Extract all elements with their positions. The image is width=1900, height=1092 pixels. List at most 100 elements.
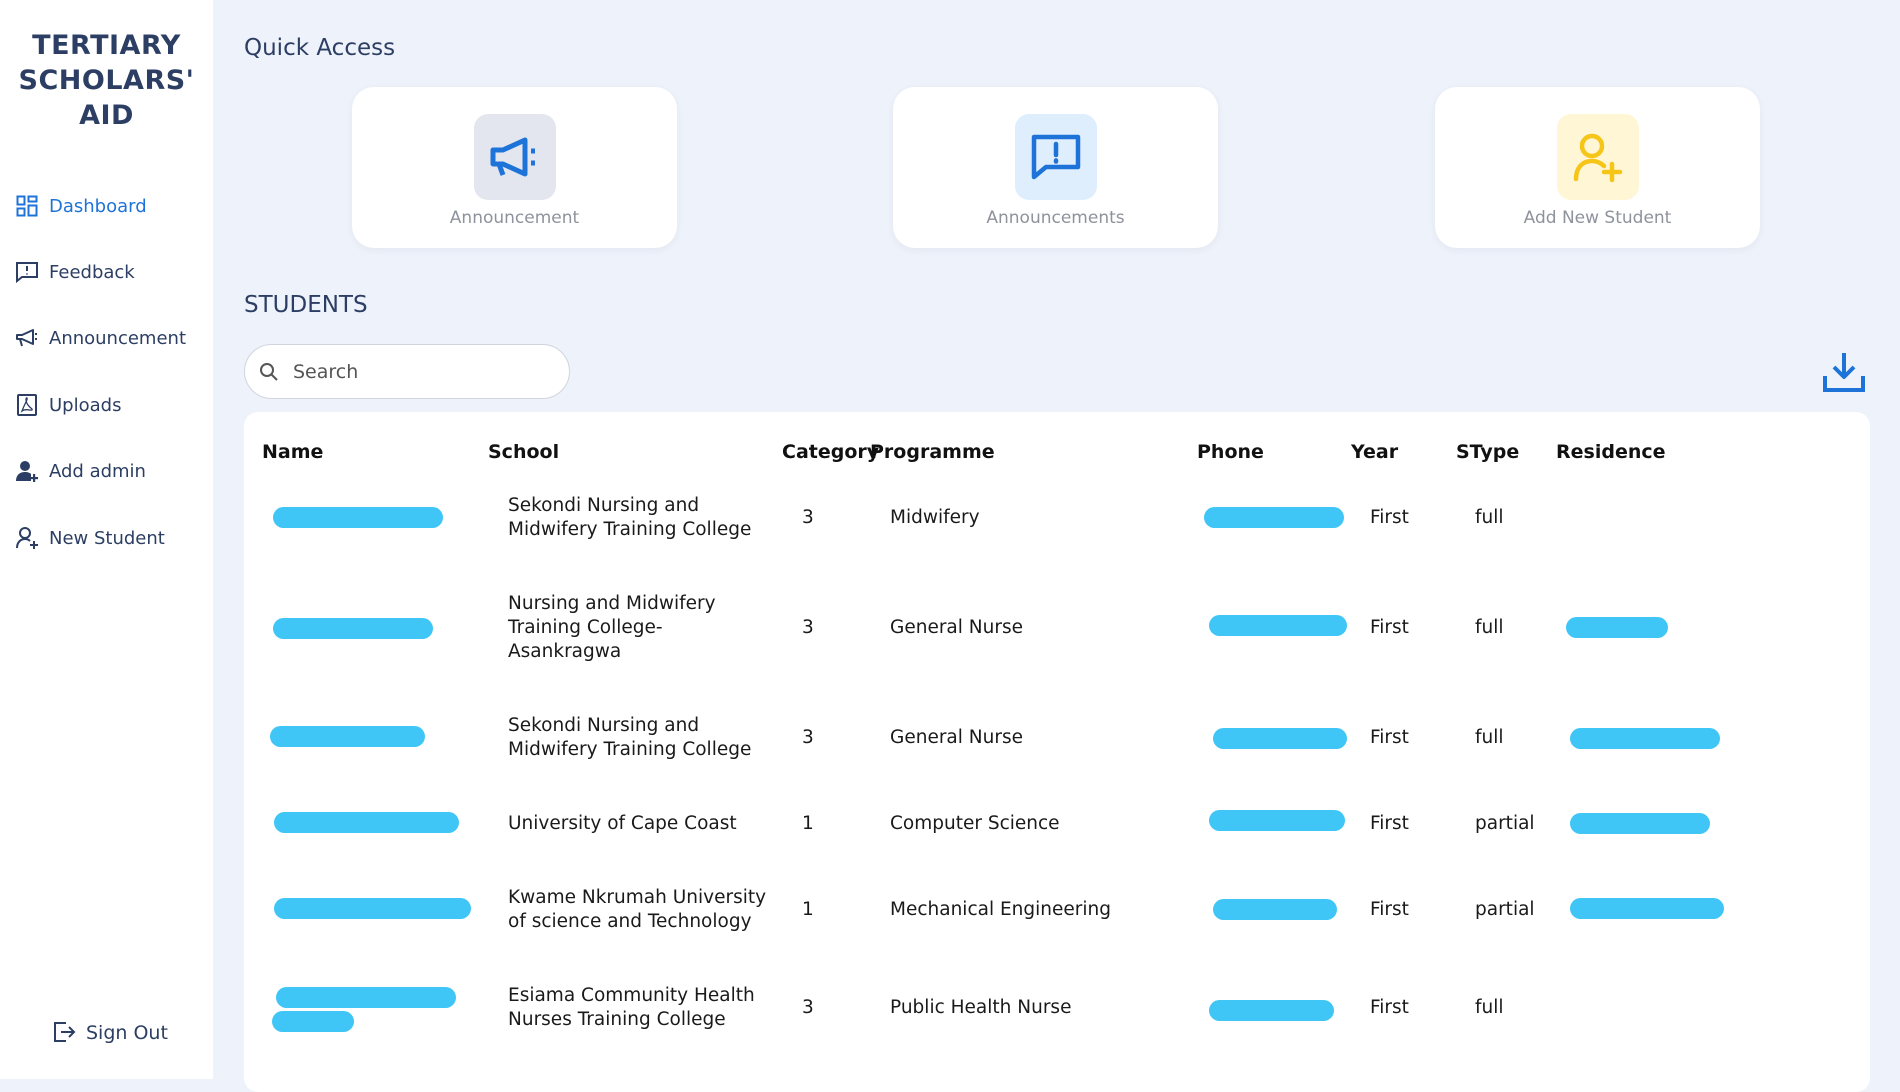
stype-cell: partial [1475,899,1535,920]
column-header-school[interactable]: School [488,441,559,463]
column-header-category[interactable]: Category [782,441,879,463]
sidebar-item-label: Announcement [49,327,187,349]
school-line: Sekondi Nursing and [508,495,700,516]
redacted-phone [1209,615,1347,636]
redacted-name [272,1011,354,1032]
message-alert-icon [1015,114,1097,200]
quick-access-announcements-card[interactable]: Announcements [893,87,1218,248]
category-cell: 3 [802,997,814,1018]
stype-cell: full [1475,507,1504,528]
category-cell: 3 [802,507,814,528]
redacted-name [276,987,456,1008]
year-cell: First [1370,727,1409,748]
redacted-name [270,726,425,747]
school-line: Midwifery Training College [508,519,752,540]
year-cell: First [1370,617,1409,638]
quick-access-card-label: Announcements [986,208,1125,228]
sign-out-icon [52,1020,78,1046]
add-user-icon [1557,114,1639,200]
students-table [244,412,1870,1092]
school-cell: Sekondi Nursing and Midwifery Training C… [508,714,751,762]
redacted-phone [1213,899,1337,920]
school-line: Nurses Training College [508,1009,726,1030]
sidebar-item-label: Add admin [49,460,146,482]
sidebar-item-label: Feedback [49,261,135,283]
sign-out-label: Sign Out [86,1022,168,1044]
stype-cell: full [1475,727,1504,748]
redacted-phone [1204,507,1344,528]
redacted-name [273,507,443,528]
sidebar-item-label: Dashboard [49,195,147,217]
category-cell: 1 [802,899,814,920]
category-cell: 3 [802,727,814,748]
search-input[interactable] [291,359,545,384]
year-cell: First [1370,507,1409,528]
programme-cell: General Nurse [890,727,1023,748]
dashboard-grid-icon [14,193,40,219]
column-header-stype[interactable]: SType [1456,441,1519,463]
stype-cell: full [1475,617,1504,638]
redacted-residence [1566,617,1668,638]
sign-out-button[interactable]: Sign Out [52,1018,168,1048]
download-icon[interactable] [1822,350,1866,394]
add-user-icon [14,525,40,551]
quick-access-card-label: Add New Student [1523,208,1672,228]
brand-line-3: AID [79,100,134,131]
add-admin-icon [14,458,40,484]
column-header-programme[interactable]: Programme [870,441,995,463]
school-line: University of Cape Coast [508,813,737,834]
column-header-residence[interactable]: Residence [1556,441,1666,463]
sidebar-item-new-student[interactable]: New Student [14,523,165,553]
sidebar-item-label: New Student [49,527,165,549]
column-header-name[interactable]: Name [262,441,323,463]
redacted-residence [1570,728,1720,749]
redacted-residence [1570,898,1724,919]
redacted-phone [1209,810,1345,831]
school-line: Nursing and Midwifery [508,593,716,614]
school-line: Esiama Community Health [508,985,755,1006]
redacted-name [274,898,471,919]
school-line: Training College- [508,617,663,638]
column-header-phone[interactable]: Phone [1197,441,1264,463]
stype-cell: full [1475,997,1504,1018]
megaphone-icon [14,325,40,351]
redacted-phone [1209,1000,1334,1021]
sidebar-item-feedback[interactable]: Feedback [14,257,135,287]
school-cell: Esiama Community Health Nurses Training … [508,984,755,1032]
sidebar-item-add-admin[interactable]: Add admin [14,456,146,486]
programme-cell: General Nurse [890,617,1023,638]
sidebar-item-label: Uploads [49,394,122,416]
sidebar-item-dashboard[interactable]: Dashboard [14,191,147,221]
year-cell: First [1370,899,1409,920]
programme-cell: Mechanical Engineering [890,899,1111,920]
students-title: STUDENTS [244,292,368,318]
programme-cell: Computer Science [890,813,1060,834]
school-line: of science and Technology [508,911,752,932]
pdf-upload-icon [14,392,40,418]
category-cell: 1 [802,813,814,834]
feedback-icon [14,259,40,285]
search-field[interactable] [244,344,570,399]
school-cell: University of Cape Coast [508,812,737,836]
quick-access-add-new-student-card[interactable]: Add New Student [1435,87,1760,248]
school-line: Sekondi Nursing and [508,715,700,736]
school-cell: Sekondi Nursing and Midwifery Training C… [508,494,751,542]
search-icon [259,362,279,382]
redacted-name [274,812,459,833]
school-cell: Nursing and Midwifery Training College- … [508,592,716,664]
year-cell: First [1370,813,1409,834]
category-cell: 3 [802,617,814,638]
sidebar-item-announcement[interactable]: Announcement [14,323,186,353]
quick-access-announcement-card[interactable]: Announcement [352,87,677,248]
brand-logo-text: TERTIARY SCHOLARS' AID [0,28,213,133]
column-header-year[interactable]: Year [1351,441,1398,463]
stype-cell: partial [1475,813,1535,834]
redacted-name [273,618,433,639]
school-line: Kwame Nkrumah University [508,887,767,908]
redacted-phone [1213,728,1347,749]
school-cell: Kwame Nkrumah University of science and … [508,886,766,934]
year-cell: First [1370,997,1409,1018]
sidebar-item-uploads[interactable]: Uploads [14,390,121,420]
megaphone-icon [474,114,556,200]
school-line: Asankragwa [508,641,622,662]
